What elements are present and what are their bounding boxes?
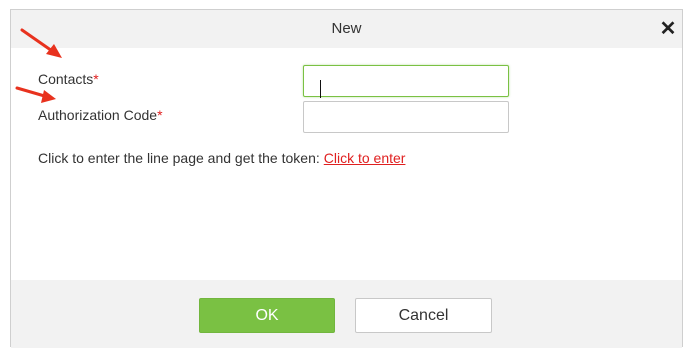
dialog-footer: OK Cancel [11,280,682,348]
cancel-button[interactable]: Cancel [355,298,492,333]
dialog-title: New [331,20,362,37]
token-instruction: Click to enter the line page and get the… [38,150,405,166]
text-caret [320,80,321,98]
contacts-label-text: Contacts [38,71,94,87]
required-mark: * [93,71,99,87]
dialog-titlebar: New ✕ [11,10,682,48]
contacts-input[interactable] [303,65,509,97]
required-mark: * [157,107,163,123]
new-dialog: New ✕ Contacts* Authorization Code* Clic… [10,9,683,348]
authorization-code-input[interactable] [303,101,509,133]
contacts-label: Contacts* [38,71,99,87]
ok-button[interactable]: OK [199,298,335,333]
token-instruction-text: Click to enter the line page and get the… [38,150,320,166]
close-icon[interactable]: ✕ [658,18,678,40]
authorization-code-label-text: Authorization Code [38,107,158,123]
authorization-code-label: Authorization Code* [38,107,163,123]
click-to-enter-link[interactable]: Click to enter [324,150,406,166]
